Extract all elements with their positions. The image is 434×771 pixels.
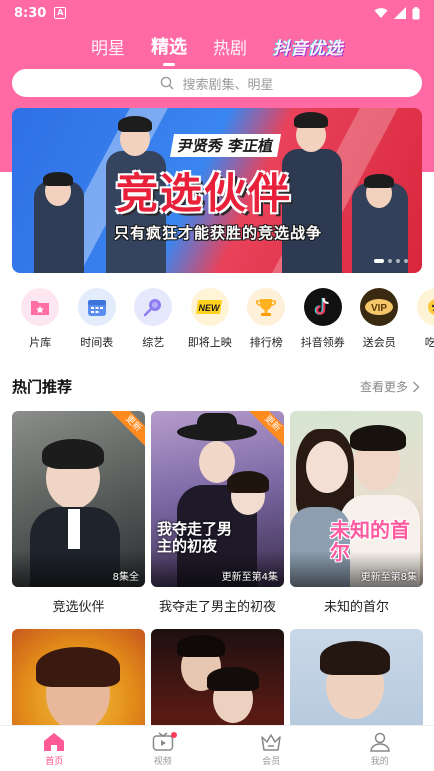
melon-icon <box>416 288 434 326</box>
banner-figure-hair <box>43 172 73 186</box>
douyin-icon <box>303 288 342 326</box>
poster-figure-hair <box>227 471 269 493</box>
status-bar: 8:30 A <box>0 0 434 26</box>
nav-label: 首页 <box>45 757 64 767</box>
banner-subtitle: 只有疯狂才能获胜的竞选战争 <box>114 224 323 242</box>
see-more-link[interactable]: 查看更多 <box>360 378 420 395</box>
poster-figure-hair <box>177 635 225 657</box>
poster-figure-hair <box>36 647 120 687</box>
drama-title: 未知的首尔 <box>323 600 389 615</box>
notification-app-icon: A <box>54 7 67 19</box>
tab-douyin-select[interactable]: 抖音优选 <box>273 34 343 59</box>
category-variety[interactable]: 综艺 <box>125 288 182 356</box>
library-icon <box>21 288 60 326</box>
nav-label: 会员 <box>262 757 281 767</box>
banner-title: 竞选伙伴 <box>116 169 293 218</box>
nav-label: 我的 <box>370 757 389 767</box>
see-more-label: 查看更多 <box>359 380 408 394</box>
nav-vip[interactable]: 会员 <box>217 726 326 771</box>
category-row: 片库 时间表 综艺 NEW 即将上映 排行榜 抖音领券 VIP 送会员 吃 <box>0 288 434 356</box>
category-upcoming[interactable]: NEW 即将上映 <box>182 288 239 356</box>
banner-pagination <box>374 259 408 263</box>
bottom-navigation: 首页 视频 会员 我的 <box>0 725 434 771</box>
banner-figure-hair <box>118 116 152 132</box>
notification-dot <box>170 732 177 738</box>
category-label: 排行榜 <box>249 336 283 349</box>
tab-stars[interactable]: 明星 <box>91 34 125 59</box>
poster-title-art: 我夺走了男主的初夜 <box>157 520 233 555</box>
episode-tag: 更新至第4集 <box>221 572 278 583</box>
battery-icon <box>412 6 420 19</box>
chevron-right-icon <box>412 380 420 393</box>
nav-video[interactable]: 视频 <box>109 726 218 771</box>
section-title: 热门推荐 <box>12 378 73 396</box>
category-label: 抖音领券 <box>300 336 345 349</box>
drama-poster: 未知的首尔 更新至第8集 <box>290 411 423 587</box>
hero-banner[interactable]: 尹贤秀 李正植 竞选伙伴 只有疯狂才能获胜的竞选战争 <box>12 108 422 273</box>
drama-card[interactable]: 更新 8集全 竞选伙伴 <box>12 411 145 615</box>
svg-text:NEW: NEW <box>198 303 221 313</box>
drama-poster: 我夺走了男主的初夜 更新 更新至第4集 <box>151 411 284 587</box>
drama-card[interactable]: 未知的首尔 更新至第8集 未知的首尔 <box>290 411 423 615</box>
episode-tag: 更新至第8集 <box>360 572 417 583</box>
lollipop-icon <box>134 288 173 326</box>
category-gossip[interactable]: 吃瓜 <box>408 288 434 356</box>
drama-title: 竞选伙伴 <box>52 600 105 615</box>
category-label: 综艺 <box>142 336 165 349</box>
poster-figure-hair <box>320 641 390 675</box>
update-badge: 更新 <box>106 411 145 451</box>
search-icon <box>161 76 174 90</box>
trophy-icon <box>247 288 286 326</box>
wifi-icon <box>374 8 388 18</box>
search-input[interactable]: 搜索剧集、明星 <box>12 69 422 97</box>
status-indicators <box>374 6 420 20</box>
top-tabs: 明星 精选 热剧 抖音优选 <box>0 30 434 62</box>
poster-title-art: 未知的首尔 <box>330 518 410 564</box>
nav-label: 视频 <box>153 757 172 767</box>
banner-dot <box>374 259 384 263</box>
profile-icon <box>369 732 390 752</box>
category-label: 送会员 <box>362 336 396 349</box>
poster-figure-hair <box>350 425 406 451</box>
tab-hot-dramas[interactable]: 热剧 <box>213 34 247 59</box>
calendar-icon <box>77 288 116 326</box>
banner-figure-hair <box>364 174 394 188</box>
status-time: 8:30 <box>14 5 47 21</box>
drama-poster: 更新 8集全 <box>12 411 145 587</box>
category-douyin-coupons[interactable]: 抖音领券 <box>295 288 352 356</box>
banner-dot <box>388 259 392 263</box>
search-placeholder: 搜索剧集、明星 <box>182 77 274 93</box>
nav-home[interactable]: 首页 <box>0 726 109 771</box>
poster-figure-face <box>306 441 348 493</box>
category-label: 时间表 <box>80 336 114 349</box>
banner-figure-hair <box>294 112 328 128</box>
banner-cast: 尹贤秀 李正植 <box>169 134 282 157</box>
category-library[interactable]: 片库 <box>12 288 69 356</box>
home-icon <box>44 733 65 751</box>
drama-title: 我夺走了男主的初夜 <box>158 600 276 615</box>
tab-featured[interactable]: 精选 <box>151 33 187 59</box>
poster-figure-shirt <box>68 509 80 549</box>
poster-figure-hair <box>207 667 259 691</box>
episode-tag: 8集全 <box>112 572 139 583</box>
svg-text:VIP: VIP <box>371 303 387 314</box>
crown-icon <box>261 734 281 751</box>
banner-dot <box>396 259 400 263</box>
new-badge-icon: NEW <box>190 288 229 326</box>
category-label: 即将上映 <box>187 336 232 349</box>
category-gift-vip[interactable]: VIP 送会员 <box>351 288 408 356</box>
category-ranking[interactable]: 排行榜 <box>238 288 295 356</box>
signal-icon <box>394 7 406 19</box>
category-schedule[interactable]: 时间表 <box>69 288 126 356</box>
category-label: 片库 <box>29 336 52 349</box>
poster-figure-hat <box>197 413 237 435</box>
banner-dot <box>404 259 408 263</box>
drama-card[interactable]: 我夺走了男主的初夜 更新 更新至第4集 我夺走了男主的初夜 <box>151 411 284 615</box>
vip-icon: VIP <box>360 288 399 326</box>
poster-figure-hair <box>42 439 104 469</box>
nav-profile[interactable]: 我的 <box>326 726 434 771</box>
category-label: 吃瓜 <box>424 336 434 349</box>
